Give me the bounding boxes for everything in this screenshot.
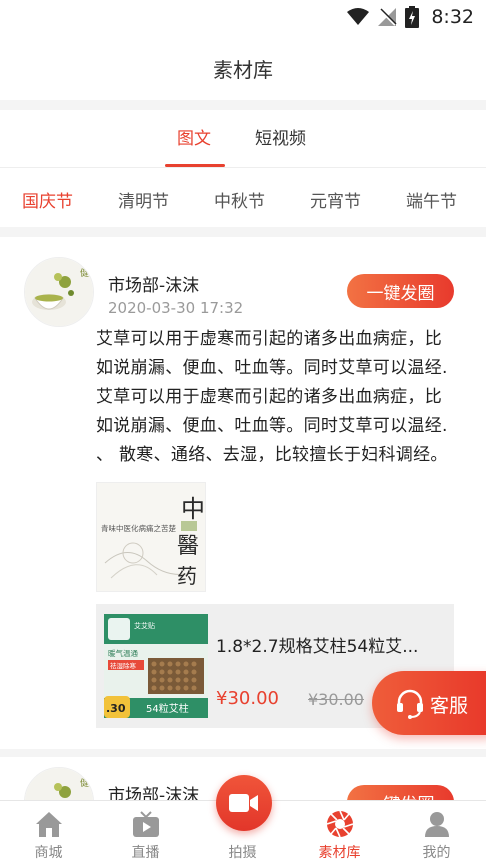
poster-char: 中 [181,495,205,523]
customer-service-label: 客服 [430,695,469,717]
avatar[interactable]: 健康养生 [24,257,94,327]
author-name: 市场部-沫沫 [108,276,200,296]
avatar-text: 健康养生 [80,777,94,789]
home-icon [36,812,62,837]
product-caption: 54粒艾柱 [146,702,189,715]
post-body-line: 艾草可以用于虚寒而引起的诸多出血病症，比 [96,387,442,407]
nav-mall[interactable]: 商城 [0,801,97,864]
avatar[interactable]: 健康养生 [24,767,94,800]
festival-dragon-boat[interactable]: 端午节 [406,187,457,212]
festival-filter-bar: 国庆节 清明节 中秋节 元宵节 端午节 [0,169,486,227]
post-body-line: 如说崩漏、便血、吐血等。同时艾草可以温经. [96,416,448,436]
chinese-medicine-poster: 青味中医化病痛之苦楚 中 醫 药 [97,483,205,591]
tv-icon [133,811,159,837]
festival-lantern[interactable]: 元宵节 [310,187,361,212]
post-body: 艾草可以用于虚寒而引起的诸多出血病症，比 如说崩漏、便血、吐血等。同时艾草可以温… [96,325,458,470]
poster-char: 药 [177,564,197,588]
product-badge: .30 [106,702,126,715]
no-signal-icon [378,8,397,26]
tea-cup-illustration: 健康养生 [25,768,94,800]
tab-short-video[interactable]: 短视频 [255,124,306,149]
product-price: ¥30.00 [216,688,279,709]
nav-materials[interactable]: 素材库 [291,801,388,864]
nav-label: 拍摄 [228,845,257,861]
nav-label: 我的 [422,845,451,861]
poster-char: 醫 [177,534,199,559]
post-body-line: 、 散寒、通络、去湿，比较擅长于妇科调经。 [96,445,448,465]
camera-icon [229,794,258,812]
post-body-line: 艾草可以用于虚寒而引起的诸多出血病症，比 [96,329,442,349]
share-to-moments-button[interactable]: 一键发圈 [347,785,454,800]
share-to-moments-button[interactable]: 一键发圈 [347,274,454,308]
nav-live[interactable]: 直播 [97,801,194,864]
nav-label: 直播 [131,845,160,861]
product-thumbnail: 艾艾贴 暖气温通 祛湿除寒 .30 54粒艾柱 [104,614,208,718]
section-gap [0,227,486,237]
battery-charging-icon [405,6,420,28]
product-brand-text: 艾艾贴 [134,621,155,630]
headset-icon [397,689,423,719]
section-gap [0,100,486,110]
customer-service-button[interactable]: 客服 [372,671,486,735]
nav-mine[interactable]: 我的 [388,801,485,864]
poster-headline: 青味中医化病痛之苦楚 [101,523,176,533]
aperture-icon [326,810,354,838]
active-tab-indicator [165,164,225,167]
product-original-price: ¥30.00 [308,690,364,709]
product-name: 1.8*2.7规格艾柱54粒艾... [216,637,419,657]
author-name: 市场部-沫沫 [108,786,200,800]
user-icon [425,812,449,837]
avatar-text: 健康养生 [80,267,94,279]
festival-qingming[interactable]: 清明节 [118,187,169,212]
moxa-grid [148,658,204,694]
nav-label: 素材库 [318,845,361,861]
tea-cup-illustration: 健康养生 [25,258,94,326]
status-bar: 8:32 [0,0,486,36]
post-image[interactable]: 青味中医化病痛之苦楚 中 醫 药 [96,482,206,592]
product-tagline: 祛湿除寒 [110,661,137,670]
moxa-product-image: 艾艾贴 暖气温通 祛湿除寒 .30 54粒艾柱 [104,614,208,718]
festival-national-day[interactable]: 国庆节 [22,187,73,212]
post-timestamp: 2020-03-30 17:32 [108,299,244,317]
festival-mid-autumn[interactable]: 中秋节 [214,187,265,212]
product-tagline: 暖气温通 [108,648,138,658]
wifi-icon [347,8,370,25]
status-icons: 8:32 [347,6,474,28]
page-title: 素材库 [213,57,273,82]
content-type-tabs: 图文 短视频 [0,110,486,168]
app-screen: 8:32 素材库 图文 短视频 国庆节 清明节 中秋节 元宵节 端午节 健 市场… [0,0,486,864]
tab-image-text[interactable]: 图文 [177,124,211,149]
nav-label: 商城 [34,845,63,861]
post-body-line: 如说崩漏、便血、吐血等。同时艾草可以温经. [96,358,448,378]
clock: 8:32 [431,6,474,28]
shoot-button[interactable] [216,775,272,831]
title-bar: 素材库 [0,36,486,100]
post-divider [0,749,486,757]
